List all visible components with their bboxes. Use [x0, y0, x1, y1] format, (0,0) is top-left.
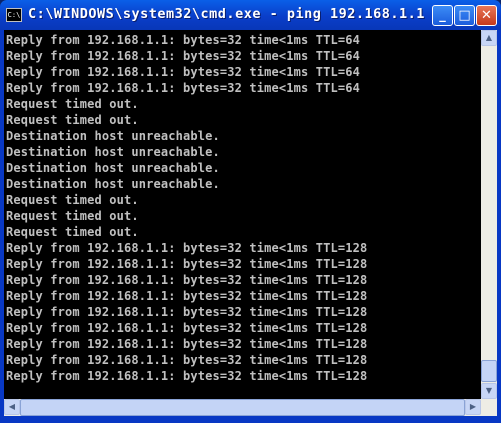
vertical-scrollbar[interactable]: ▲ ▼: [481, 30, 497, 399]
console-line: Request timed out.: [6, 225, 139, 239]
window-title: C:\WINDOWS\system32\cmd.exe - ping 192.1…: [28, 6, 451, 22]
console-line: Reply from 192.168.1.1: bytes=32 time<1m…: [6, 241, 368, 255]
console-line: Reply from 192.168.1.1: bytes=32 time<1m…: [6, 305, 368, 319]
console-line: Request timed out.: [6, 193, 139, 207]
console-line: Reply from 192.168.1.1: bytes=32 time<1m…: [6, 33, 360, 47]
console-line: Destination host unreachable.: [6, 145, 220, 159]
console-line: Reply from 192.168.1.1: bytes=32 time<1m…: [6, 321, 368, 335]
console-lines: Reply from 192.168.1.1: bytes=32 time<1m…: [4, 30, 481, 384]
scroll-right-button[interactable]: ▶: [465, 399, 481, 415]
console-line: Reply from 192.168.1.1: bytes=32 time<1m…: [6, 257, 368, 271]
console-line: Reply from 192.168.1.1: bytes=32 time<1m…: [6, 81, 360, 95]
console-line: Reply from 192.168.1.1: bytes=32 time<1m…: [6, 337, 368, 351]
vertical-scroll-thumb[interactable]: [481, 360, 497, 382]
console-line: Request timed out.: [6, 113, 139, 127]
close-button[interactable]: ✕: [476, 5, 497, 26]
horizontal-scrollbar[interactable]: ◀ ▶: [4, 399, 481, 416]
title-bar[interactable]: C:\ C:\WINDOWS\system32\cmd.exe - ping 1…: [0, 0, 501, 30]
console-line: Reply from 192.168.1.1: bytes=32 time<1m…: [6, 273, 368, 287]
console-line: Reply from 192.168.1.1: bytes=32 time<1m…: [6, 289, 368, 303]
console-line: Destination host unreachable.: [6, 177, 220, 191]
console-output[interactable]: Reply from 192.168.1.1: bytes=32 time<1m…: [4, 30, 481, 399]
cmd-app-icon[interactable]: C:\: [6, 8, 22, 22]
scroll-up-button[interactable]: ▲: [481, 30, 497, 46]
console-line: Reply from 192.168.1.1: bytes=32 time<1m…: [6, 353, 368, 367]
scroll-down-button[interactable]: ▼: [481, 383, 497, 399]
scroll-left-button[interactable]: ◀: [4, 399, 20, 415]
maximize-button[interactable]: □: [454, 5, 475, 26]
horizontal-scroll-thumb[interactable]: [20, 399, 465, 416]
console-line: Request timed out.: [6, 97, 139, 111]
console-line: Reply from 192.168.1.1: bytes=32 time<1m…: [6, 49, 360, 63]
resize-grip[interactable]: [481, 399, 497, 416]
console-line: Reply from 192.168.1.1: bytes=32 time<1m…: [6, 369, 368, 383]
console-line: Reply from 192.168.1.1: bytes=32 time<1m…: [6, 65, 360, 79]
console-line: Destination host unreachable.: [6, 129, 220, 143]
cmd-window: C:\ C:\WINDOWS\system32\cmd.exe - ping 1…: [0, 0, 501, 423]
minimize-button[interactable]: _: [432, 5, 453, 26]
console-line: Destination host unreachable.: [6, 161, 220, 175]
console-line: Request timed out.: [6, 209, 139, 223]
